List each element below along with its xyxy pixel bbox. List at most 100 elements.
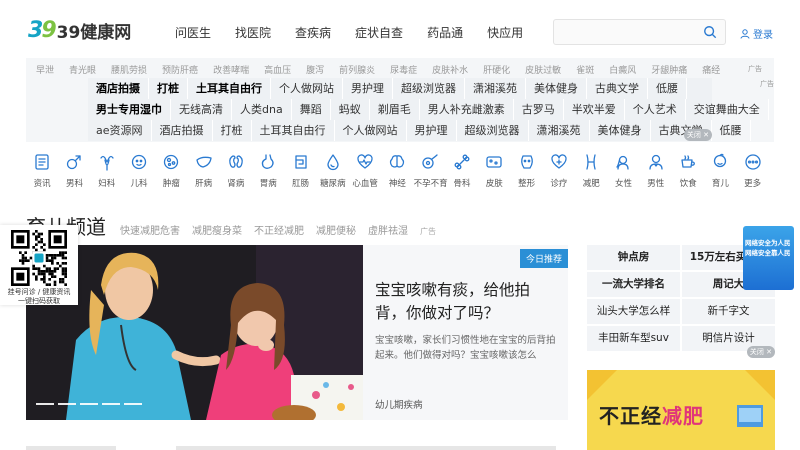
nav-item-disease[interactable]: 查疾病 <box>295 24 331 41</box>
section-link[interactable]: 减肥便秘 <box>316 222 356 237</box>
keyword-grid-link[interactable]: 丰田新车型suv <box>587 326 680 351</box>
tag-link[interactable]: 痛经 <box>702 63 720 76</box>
banner-ad[interactable]: 不正经减肥 <box>587 370 775 450</box>
keyword-ad-link[interactable]: 男护理 <box>343 78 393 99</box>
section-link[interactable]: 减肥瘦身菜 <box>192 222 242 237</box>
category-icon-item[interactable]: 肝病 <box>187 152 219 189</box>
nav-item-symptom-check[interactable]: 症状自查 <box>355 24 403 41</box>
nav-item-quick-app[interactable]: 快应用 <box>487 24 523 41</box>
category-icon-item[interactable]: 肾病 <box>220 152 252 189</box>
category-icon-item[interactable]: 女性 <box>607 152 639 189</box>
keyword-ad-link[interactable]: 低腰 <box>648 78 687 99</box>
nav-item-ask-doctor[interactable]: 问医生 <box>175 24 211 41</box>
ad-close-button[interactable]: 关闭 ✕ <box>683 129 712 141</box>
keyword-ad-link[interactable]: 潇湘溪苑 <box>529 120 590 141</box>
tag-link[interactable]: 皮肤补水 <box>432 63 468 76</box>
keyword-ad-link[interactable]: 个人做网站 <box>271 78 343 99</box>
keyword-ad-link[interactable]: 男护理 <box>407 120 457 141</box>
keyword-ad-link[interactable]: 男士专用湿巾 <box>88 99 171 120</box>
tag-link[interactable]: 肝硬化 <box>483 63 510 76</box>
section-link[interactable]: 快速减肥危害 <box>120 222 180 237</box>
carousel-dot[interactable] <box>80 403 98 405</box>
category-icon-item[interactable]: 更多 <box>737 152 769 189</box>
keyword-ad-link[interactable]: 美体健身 <box>590 120 651 141</box>
category-icon-item[interactable]: 肿瘤 <box>155 152 187 189</box>
section-link[interactable]: 虚胖祛湿 <box>368 222 408 237</box>
tag-link[interactable]: 早泄 <box>36 63 54 76</box>
keyword-ad-link[interactable]: 打桩 <box>149 78 188 99</box>
tag-link[interactable]: 雀斑 <box>576 63 594 76</box>
category-icon-item[interactable]: 整形 <box>510 152 542 189</box>
featured-article-card[interactable]: 今日推荐 宝宝咳嗽有痰，给他拍背，你做对了吗？ 宝宝咳嗽，家长们习惯性地在宝宝的… <box>363 245 568 420</box>
article-category[interactable]: 幼儿期疾病 <box>375 397 423 411</box>
keyword-grid-link[interactable]: 一流大学排名 <box>587 272 680 297</box>
category-icon-item[interactable]: 胃病 <box>252 152 284 189</box>
keyword-ad-link[interactable]: 蚂蚁 <box>331 99 370 120</box>
keyword-ad-link[interactable]: 古罗马 <box>514 99 564 120</box>
tag-link[interactable]: 腰肌劳损 <box>111 63 147 76</box>
keyword-ad-link[interactable]: 个人艺术 <box>625 99 686 120</box>
keyword-ad-link[interactable]: 打桩 <box>213 120 252 141</box>
ad-close-button[interactable]: 关闭 ✕ <box>746 346 775 358</box>
keyword-ad-link[interactable]: 潇湘溪苑 <box>465 78 526 99</box>
tag-link[interactable]: 改善哮喘 <box>213 63 249 76</box>
keyword-ad-link[interactable]: 男人补充雌激素 <box>420 99 514 120</box>
login-link[interactable]: 登录 <box>740 26 773 41</box>
keyword-ad-link[interactable]: 超级浏览器 <box>393 78 465 99</box>
category-icon-item[interactable]: 神经 <box>381 152 413 189</box>
category-icon-item[interactable]: 男科 <box>58 152 90 189</box>
keyword-ad-link[interactable]: 酒店拍摄 <box>152 120 213 141</box>
category-icon-item[interactable]: 心血管 <box>349 152 381 189</box>
tag-link[interactable]: 预防肝癌 <box>162 63 198 76</box>
carousel-dot[interactable] <box>124 403 142 405</box>
article-title[interactable]: 宝宝咳嗽有痰，给他拍背，你做对了吗？ <box>375 279 560 325</box>
tag-link[interactable]: 高血压 <box>264 63 291 76</box>
category-icon-item[interactable]: 骨科 <box>446 152 478 189</box>
keyword-grid-link[interactable]: 新千字文 <box>682 299 775 324</box>
keyword-ad-link[interactable]: 土耳其自由行 <box>252 120 335 141</box>
keyword-ad-link[interactable]: 美体健身 <box>526 78 587 99</box>
nav-item-drugs[interactable]: 药品通 <box>427 24 463 41</box>
category-icon-item[interactable]: 育儿 <box>704 152 736 189</box>
tag-link[interactable]: 皮肤过敏 <box>525 63 561 76</box>
category-icon-item[interactable]: 不孕不育 <box>414 152 448 189</box>
tag-link[interactable]: 牙龈肿痛 <box>651 63 687 76</box>
keyword-ad-link[interactable]: 交谊舞曲大全 <box>686 99 769 120</box>
carousel-dot[interactable] <box>102 403 120 405</box>
category-icon-item[interactable]: 儿科 <box>123 152 155 189</box>
tag-link[interactable]: 白癜风 <box>609 63 636 76</box>
category-icon-item[interactable]: 资讯 <box>26 152 58 189</box>
carousel-dot[interactable] <box>58 403 76 405</box>
keyword-ad-link[interactable]: 低腰 <box>712 120 751 141</box>
keyword-ad-link[interactable]: ae资源网 <box>88 120 152 141</box>
carousel-dot[interactable] <box>36 403 54 405</box>
category-icon-item[interactable]: 男性 <box>640 152 672 189</box>
category-icon-item[interactable]: 糖尿病 <box>317 152 349 189</box>
category-icon-item[interactable]: 妇科 <box>91 152 123 189</box>
keyword-grid-link[interactable]: 钟点房 <box>587 245 680 270</box>
section-link[interactable]: 不正经减肥 <box>254 222 304 237</box>
keyword-ad-link[interactable]: 半欢半爱 <box>564 99 625 120</box>
category-icon-item[interactable]: 诊疗 <box>543 152 575 189</box>
floating-ad[interactable]: 网络安全为人民 网络安全靠人民 <box>743 226 794 290</box>
keyword-ad-link[interactable]: 土耳其自由行 <box>188 78 271 99</box>
category-icon-item[interactable]: 皮肤 <box>478 152 510 189</box>
nav-item-find-hospital[interactable]: 找医院 <box>235 24 271 41</box>
keyword-grid-link[interactable]: 汕头大学怎么样 <box>587 299 680 324</box>
category-icon-item[interactable]: 饮食 <box>672 152 704 189</box>
tag-link[interactable]: 青光眼 <box>69 63 96 76</box>
keyword-ad-link[interactable]: 剃眉毛 <box>370 99 420 120</box>
search-input[interactable] <box>554 20 694 44</box>
site-logo[interactable]: 39 39健康网 <box>28 18 131 43</box>
keyword-ad-link[interactable]: 舞蹈 <box>292 99 331 120</box>
keyword-ad-link[interactable]: 无线高清 <box>171 99 232 120</box>
search-icon[interactable] <box>703 25 717 39</box>
keyword-ad-link[interactable]: 古典文学 <box>587 78 648 99</box>
tag-link[interactable]: 尿毒症 <box>390 63 417 76</box>
tag-link[interactable]: 前列腺炎 <box>339 63 375 76</box>
tag-link[interactable]: 腹泻 <box>306 63 324 76</box>
category-icon-item[interactable]: 减肥 <box>575 152 607 189</box>
keyword-ad-link[interactable]: 人类dna <box>232 99 292 120</box>
keyword-ad-link[interactable]: 酒店拍摄 <box>88 78 149 99</box>
category-icon-item[interactable]: 肛肠 <box>284 152 316 189</box>
